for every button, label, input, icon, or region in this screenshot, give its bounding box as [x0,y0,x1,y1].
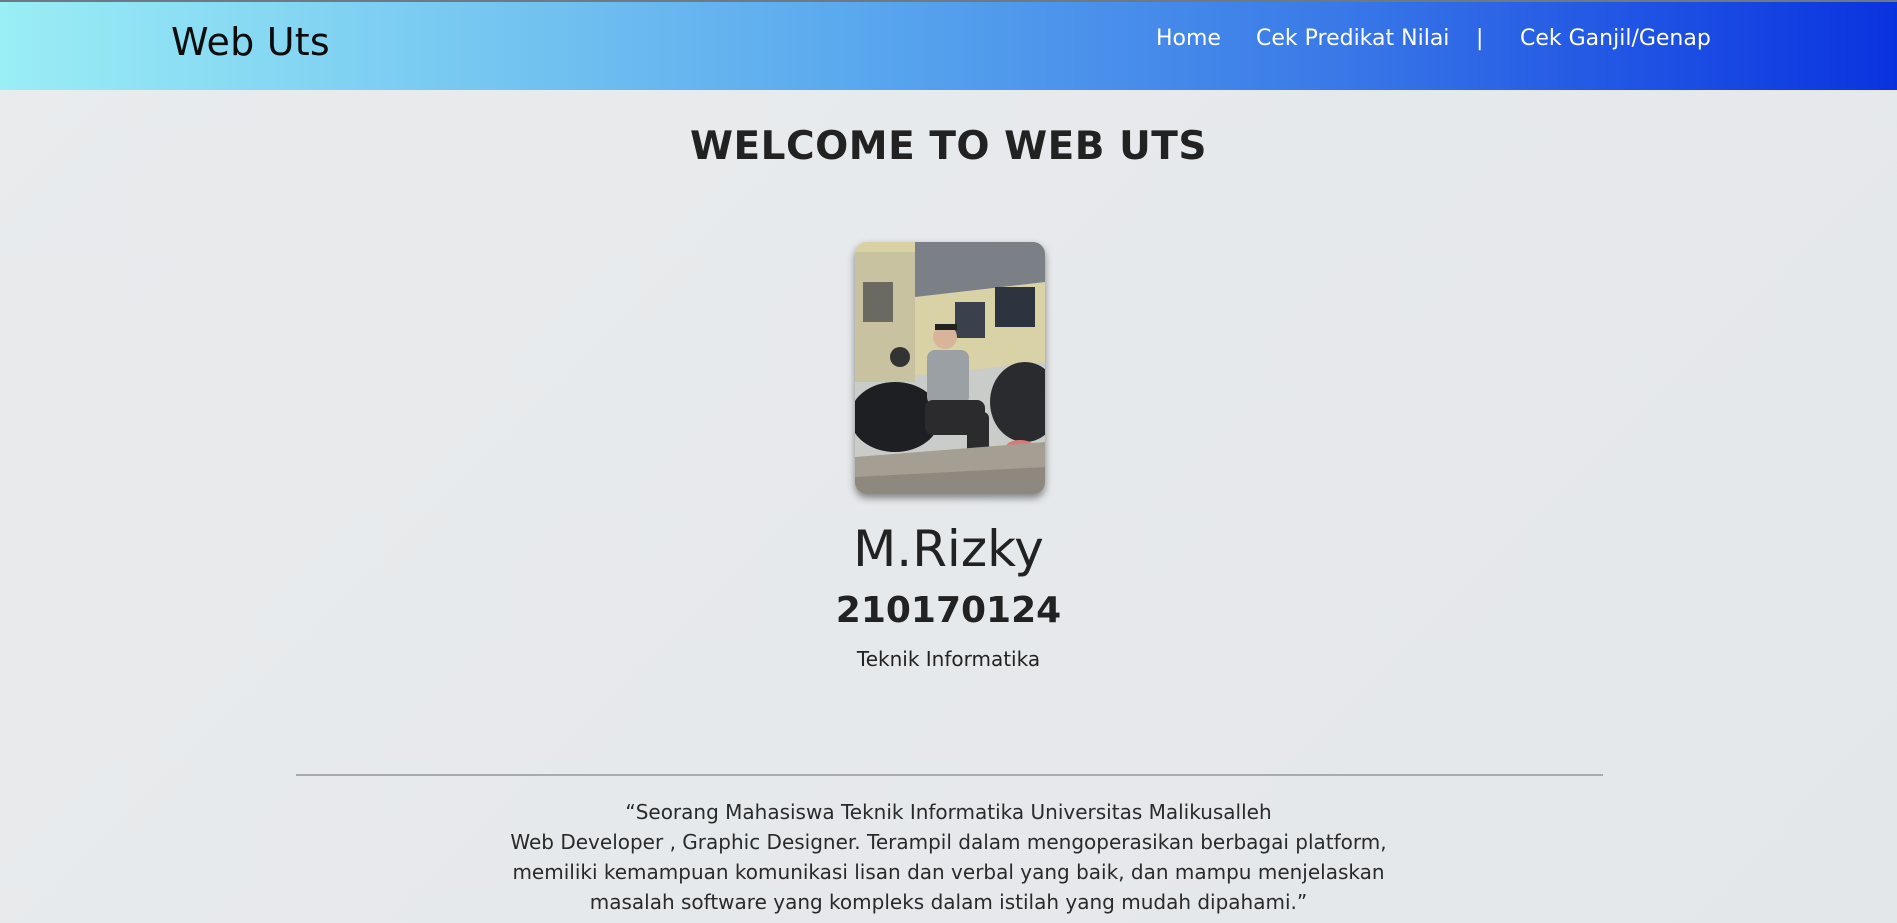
quote-line: Web Developer , Graphic Designer. Teramp… [510,830,1387,854]
profile-major: Teknik Informatika [856,647,1041,671]
profile-name: M.Rizky [853,520,1044,578]
nav-home-link[interactable]: Home [1156,26,1221,51]
welcome-heading: WELCOME TO WEB UTS [690,124,1207,169]
profile-quote: “Seorang Mahasiswa Teknik Informatika Un… [440,797,1457,917]
profile-photo [855,242,1045,494]
brand-logo[interactable]: Web Uts [171,20,330,64]
nav-predikat-link[interactable]: Cek Predikat Nilai [1256,26,1449,51]
nav-ganjil-genap-link[interactable]: Cek Ganjil/Genap [1520,26,1711,51]
nav-separator: | [1476,26,1484,51]
quote-line: “Seorang Mahasiswa Teknik Informatika Un… [625,800,1272,824]
section-divider [296,774,1603,776]
quote-line: masalah software yang kompleks dalam ist… [589,890,1308,914]
profile-photo-image [855,242,1045,494]
profile-nim: 210170124 [835,590,1062,631]
quote-line: memiliki kemampuan komunikasi lisan dan … [512,860,1385,884]
top-navbar: Web Uts Home Cek Predikat Nilai | Cek Ga… [0,0,1897,90]
